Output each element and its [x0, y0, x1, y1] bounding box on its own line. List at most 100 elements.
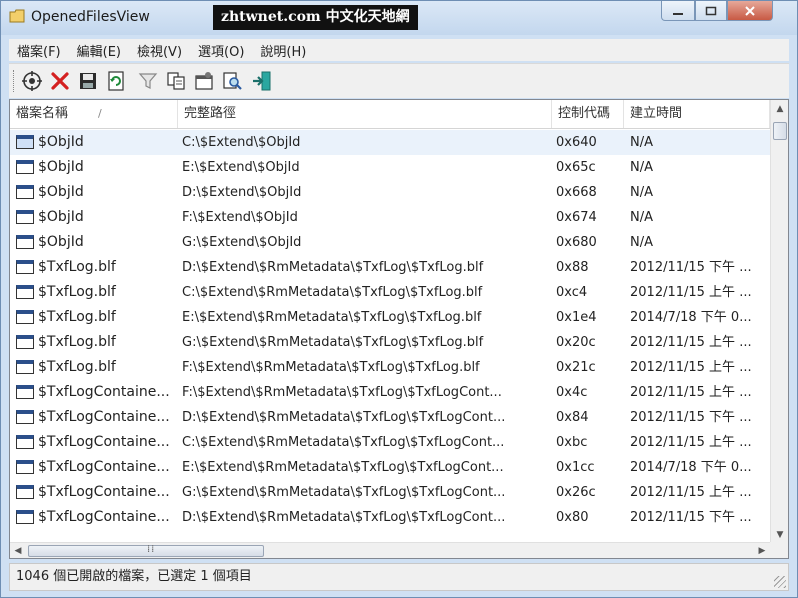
file-icon [16, 360, 34, 374]
column-time-label: 建立時間 [630, 106, 683, 121]
menu-edit[interactable]: 編輯(E) [69, 41, 129, 60]
scrollbar-corner [770, 542, 788, 558]
cell-path: C:\$Extend\$RmMetadata\$TxfLog\$TxfLogCo… [182, 435, 505, 450]
table-row[interactable]: $ObjId E:\$Extend\$ObjId 0x65c N/A [10, 155, 770, 180]
cell-name: $ObjId [38, 134, 84, 150]
menu-view[interactable]: 檢視(V) [129, 41, 190, 60]
title-bar[interactable]: OpenedFilesView zhtwnet.com 中文化天地網 [1, 1, 797, 35]
cell-path: C:\$Extend\$ObjId [182, 135, 301, 150]
list-header: 檔案名稱 / 完整路徑 控制代碼 建立時間 [10, 100, 770, 129]
toolbar-grip[interactable] [13, 70, 17, 92]
column-header-name[interactable]: 檔案名稱 / [10, 100, 178, 128]
table-row[interactable]: $TxfLogContaine... C:\$Extend\$RmMetadat… [10, 430, 770, 455]
window-title: OpenedFilesView [31, 9, 150, 25]
table-row[interactable]: $TxfLogContaine... G:\$Extend\$RmMetadat… [10, 480, 770, 505]
menu-file[interactable]: 檔案(F) [9, 41, 69, 60]
cell-time: 2012/11/15 上午 ... [630, 285, 752, 300]
cell-name: $TxfLog.blf [38, 259, 116, 275]
table-row[interactable]: $TxfLogContaine... D:\$Extend\$RmMetadat… [10, 405, 770, 430]
cell-path: D:\$Extend\$ObjId [182, 185, 302, 200]
copy-icon[interactable] [165, 70, 187, 92]
minimize-button[interactable] [661, 1, 695, 21]
filter-icon[interactable] [137, 70, 159, 92]
column-path-label: 完整路徑 [184, 106, 237, 121]
table-row[interactable]: $TxfLog.blf F:\$Extend\$RmMetadata\$TxfL… [10, 355, 770, 380]
cell-handle: 0x640 [556, 135, 597, 150]
close-button[interactable] [727, 1, 773, 21]
cell-time: 2012/11/15 上午 ... [630, 335, 752, 350]
horizontal-scrollbar[interactable]: ◀ ⁞⁞ ▶ [10, 542, 770, 558]
cell-time: 2012/11/15 上午 ... [630, 435, 752, 450]
vertical-scroll-thumb[interactable] [773, 122, 787, 140]
cell-path: G:\$Extend\$RmMetadata\$TxfLog\$TxfLogCo… [182, 485, 506, 500]
cell-name: $ObjId [38, 209, 84, 225]
table-row[interactable]: $ObjId F:\$Extend\$ObjId 0x674 N/A [10, 205, 770, 230]
file-list[interactable]: 檔案名稱 / 完整路徑 控制代碼 建立時間 $ObjId C:\$Extend\… [9, 99, 789, 559]
cell-name: $TxfLogContaine... [38, 409, 170, 425]
maximize-icon [705, 6, 717, 15]
cell-path: E:\$Extend\$RmMetadata\$TxfLog\$TxfLogCo… [182, 460, 504, 475]
options-icon[interactable] [193, 70, 215, 92]
cell-time: N/A [630, 160, 653, 175]
cell-path: D:\$Extend\$RmMetadata\$TxfLog\$TxfLogCo… [182, 410, 506, 425]
vertical-scrollbar[interactable]: ▲ ▼ [770, 100, 788, 544]
table-row[interactable]: $TxfLog.blf C:\$Extend\$RmMetadata\$TxfL… [10, 280, 770, 305]
cell-name: $TxfLog.blf [38, 284, 116, 300]
app-window: OpenedFilesView zhtwnet.com 中文化天地網 檔案(F)… [0, 0, 798, 598]
scroll-up-icon[interactable]: ▲ [771, 100, 788, 118]
cell-time: 2012/11/15 下午 ... [630, 260, 752, 275]
minimize-icon [673, 12, 683, 15]
file-icon [16, 135, 34, 149]
cell-time: N/A [630, 235, 653, 250]
column-header-handle[interactable]: 控制代碼 [552, 100, 624, 128]
table-row[interactable]: $TxfLogContaine... D:\$Extend\$RmMetadat… [10, 505, 770, 530]
cell-handle: 0x65c [556, 160, 596, 175]
file-icon [16, 210, 34, 224]
maximize-button[interactable] [695, 1, 727, 21]
cell-name: $TxfLogContaine... [38, 459, 170, 475]
cell-name: $ObjId [38, 234, 84, 250]
folder-icon [9, 9, 25, 23]
column-header-path[interactable]: 完整路徑 [178, 100, 552, 128]
cell-time: 2014/7/18 下午 0... [630, 460, 752, 475]
find-icon[interactable] [221, 70, 243, 92]
cell-path: F:\$Extend\$ObjId [182, 210, 298, 225]
cell-handle: 0x80 [556, 510, 589, 525]
cell-time: 2012/11/15 上午 ... [630, 485, 752, 500]
file-icon [16, 160, 34, 174]
properties-target-icon[interactable] [21, 70, 43, 92]
scroll-right-icon[interactable]: ▶ [754, 543, 770, 558]
cell-name: $TxfLogContaine... [38, 434, 170, 450]
cell-name: $TxfLog.blf [38, 359, 116, 375]
menu-help[interactable]: 說明(H) [252, 41, 314, 60]
table-row[interactable]: $TxfLog.blf E:\$Extend\$RmMetadata\$TxfL… [10, 305, 770, 330]
cell-path: F:\$Extend\$RmMetadata\$TxfLog\$TxfLog.b… [182, 360, 480, 375]
close-icon [745, 5, 755, 16]
table-row[interactable]: $TxfLog.blf D:\$Extend\$RmMetadata\$TxfL… [10, 255, 770, 280]
refresh-icon[interactable] [105, 70, 127, 92]
table-row[interactable]: $TxfLogContaine... F:\$Extend\$RmMetadat… [10, 380, 770, 405]
cell-name: $TxfLog.blf [38, 309, 116, 325]
table-row[interactable]: $TxfLog.blf G:\$Extend\$RmMetadata\$TxfL… [10, 330, 770, 355]
exit-icon[interactable] [251, 70, 273, 92]
close-handle-icon[interactable] [49, 70, 71, 92]
file-icon [16, 310, 34, 324]
cell-time: 2012/11/15 上午 ... [630, 360, 752, 375]
save-icon[interactable] [77, 70, 99, 92]
table-row[interactable]: $ObjId D:\$Extend\$ObjId 0x668 N/A [10, 180, 770, 205]
horizontal-scroll-thumb[interactable]: ⁞⁞ [28, 544, 264, 557]
menu-options[interactable]: 選項(O) [190, 41, 252, 60]
column-name-label: 檔案名稱 [16, 106, 69, 121]
status-bar: 1046 個已開啟的檔案，已選定 1 個項目 [9, 563, 789, 591]
resize-grip-icon[interactable] [774, 576, 786, 588]
column-header-time[interactable]: 建立時間 [624, 100, 770, 128]
file-icon [16, 460, 34, 474]
file-icon [16, 510, 34, 524]
cell-handle: 0x21c [556, 360, 596, 375]
table-row[interactable]: $ObjId C:\$Extend\$ObjId 0x640 N/A [10, 130, 770, 155]
scroll-left-icon[interactable]: ◀ [10, 543, 26, 558]
file-icon [16, 335, 34, 349]
table-row[interactable]: $ObjId G:\$Extend\$ObjId 0x680 N/A [10, 230, 770, 255]
table-row[interactable]: $TxfLogContaine... E:\$Extend\$RmMetadat… [10, 455, 770, 480]
file-icon [16, 385, 34, 399]
